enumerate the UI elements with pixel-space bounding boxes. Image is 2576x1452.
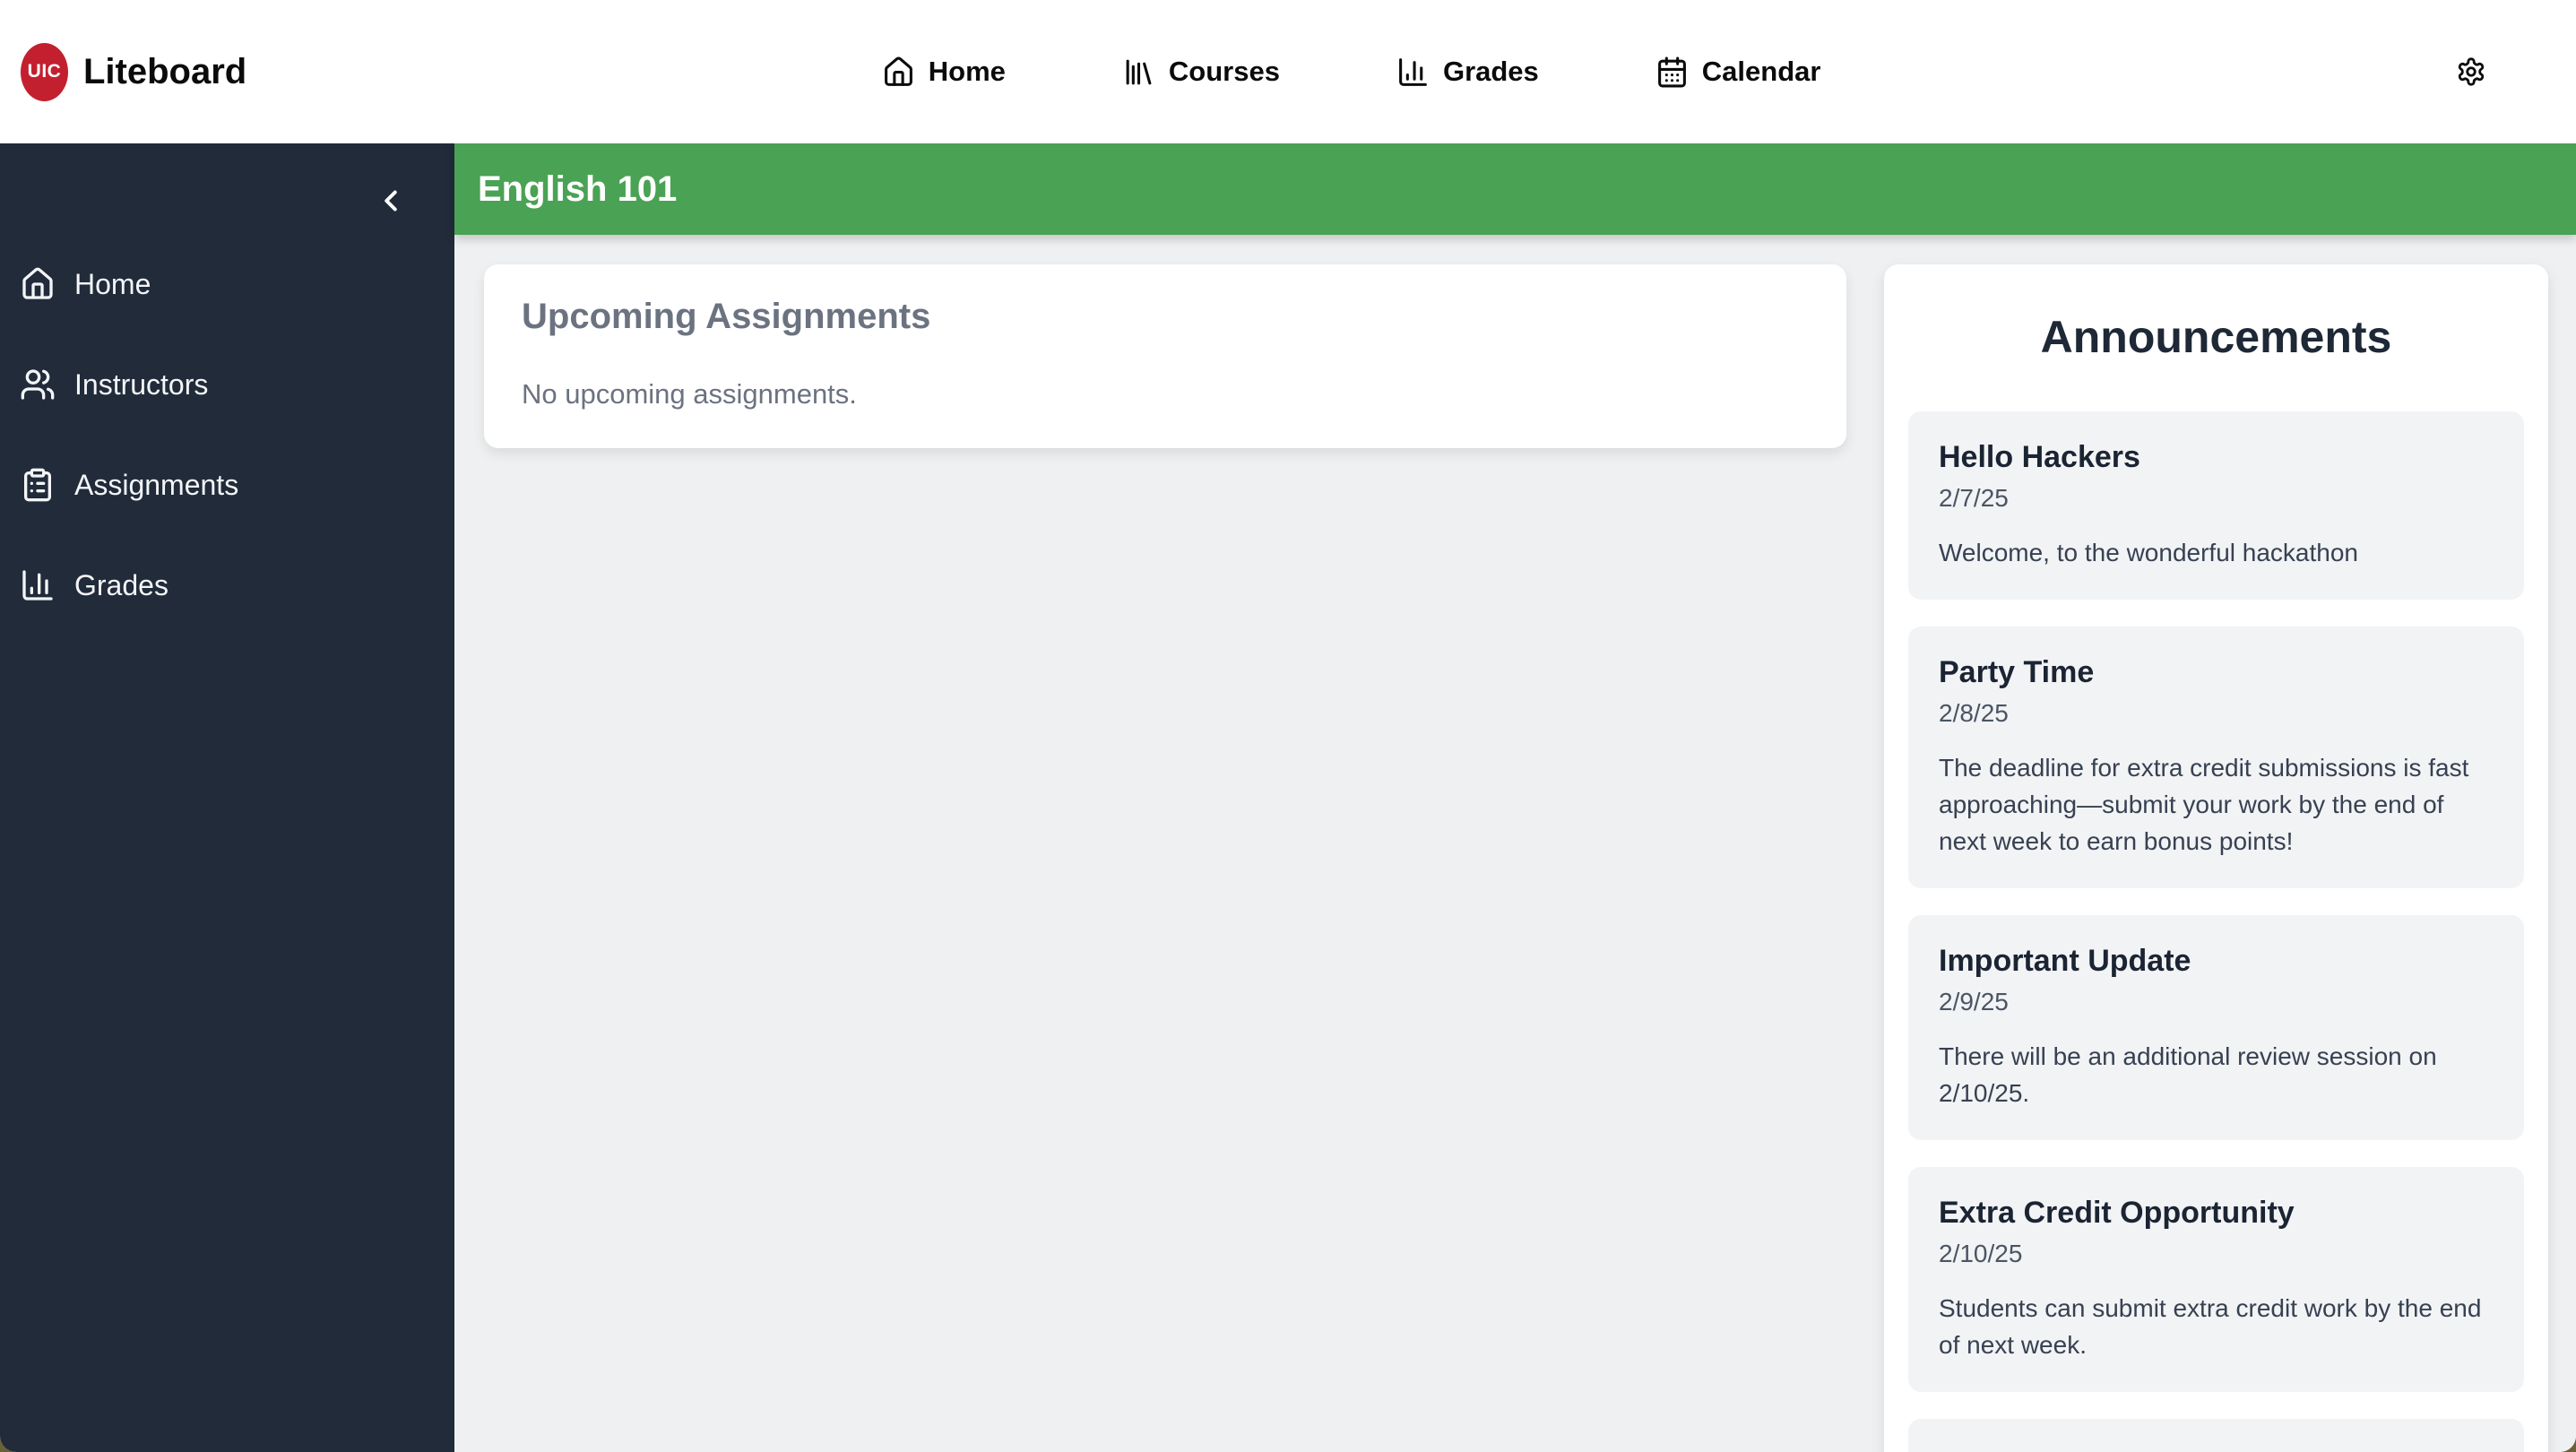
sidebar-collapse-button[interactable] (374, 184, 408, 218)
announcement-card-partial (1908, 1419, 2524, 1452)
upcoming-assignments-title: Upcoming Assignments (522, 297, 931, 336)
sidebar-item-assignments-label: Assignments (74, 468, 239, 501)
announcement-body: The deadline for extra credit submission… (1939, 754, 2469, 855)
announcement-date: 2/8/25 (1939, 699, 2009, 727)
announcement-card: Hello Hackers 2/7/25 Welcome, to the won… (1908, 411, 2524, 600)
announcement-date: 2/9/25 (1939, 988, 2009, 1016)
sidebar: Home Instructors Assignments Grades (0, 143, 454, 1452)
announcement-title: Party Time (1939, 655, 2095, 689)
chart-column-icon (1396, 56, 1430, 89)
body-row: Home Instructors Assignments Grades Engl… (0, 143, 2576, 1452)
announcement-title: Extra Credit Opportunity (1939, 1196, 2295, 1230)
course-banner: English 101 (454, 143, 2576, 235)
sidebar-item-instructors-label: Instructors (74, 367, 209, 401)
top-nav-calendar-label: Calendar (1701, 56, 1821, 87)
course-banner-title: English 101 (478, 169, 678, 209)
brand: UIC Liteboard (21, 42, 247, 101)
app-window: UIC Liteboard Home Courses Grades Calend… (0, 0, 2576, 1452)
top-nav-grades-label: Grades (1442, 56, 1539, 87)
house-icon (882, 56, 915, 89)
users-icon (20, 367, 56, 402)
app-name: Liteboard (83, 51, 247, 91)
uic-logo-text: UIC (27, 61, 62, 82)
sidebar-item-grades-label: Grades (74, 568, 169, 601)
announcement-card: Important Update 2/9/25 There will be an… (1908, 915, 2524, 1140)
announcement-title: Important Update (1939, 944, 2191, 978)
sidebar-nav: Home Instructors Assignments Grades (0, 234, 454, 635)
sidebar-item-grades[interactable]: Grades (0, 535, 454, 635)
calendar-icon (1655, 56, 1689, 89)
sidebar-item-home[interactable]: Home (0, 234, 454, 334)
upcoming-assignments-card: Upcoming Assignments No upcoming assignm… (484, 264, 1846, 448)
main-area: English 101 Upcoming Assignments No upco… (454, 143, 2576, 1452)
sidebar-collapse-row (0, 176, 454, 226)
gear-icon (2456, 56, 2486, 87)
announcement-card: Party Time 2/8/25 The deadline for extra… (1908, 627, 2524, 888)
announcement-body: Welcome, to the wonderful hackathon (1939, 539, 2358, 566)
sidebar-item-instructors[interactable]: Instructors (0, 334, 454, 435)
announcement-date: 2/7/25 (1939, 484, 2009, 512)
library-icon (1122, 56, 1155, 89)
top-nav-home-label: Home (928, 56, 1006, 87)
top-nav-courses[interactable]: Courses (1117, 55, 1285, 90)
top-nav-home[interactable]: Home (877, 55, 1011, 90)
announcement-date: 2/10/25 (1939, 1240, 2023, 1267)
chart-column-icon (20, 567, 56, 603)
top-nav-courses-label: Courses (1168, 56, 1280, 87)
announcement-body: There will be an additional review sessi… (1939, 1042, 2437, 1107)
announcement-card: Extra Credit Opportunity 2/10/25 Student… (1908, 1167, 2524, 1392)
sidebar-item-assignments[interactable]: Assignments (0, 435, 454, 535)
announcements-panel: Announcements Hello Hackers 2/7/25 Welco… (1884, 264, 2548, 1452)
top-nav: Home Courses Grades Calendar (246, 55, 2456, 90)
house-icon (20, 266, 56, 302)
announcement-title: Hello Hackers (1939, 440, 2140, 474)
top-nav-calendar[interactable]: Calendar (1650, 55, 1827, 90)
top-header: UIC Liteboard Home Courses Grades Calend… (0, 0, 2576, 143)
announcement-body: Students can submit extra credit work by… (1939, 1294, 2482, 1359)
clipboard-list-icon (20, 467, 56, 503)
top-nav-grades[interactable]: Grades (1391, 55, 1544, 90)
sidebar-item-home-label: Home (74, 267, 151, 300)
upcoming-assignments-empty-message: No upcoming assignments. (522, 378, 857, 410)
announcements-heading: Announcements (2040, 312, 2392, 362)
content: Upcoming Assignments No upcoming assignm… (454, 235, 2576, 1452)
uic-logo: UIC (21, 42, 68, 101)
settings-button[interactable] (2456, 56, 2486, 87)
chevron-left-icon (374, 184, 408, 218)
